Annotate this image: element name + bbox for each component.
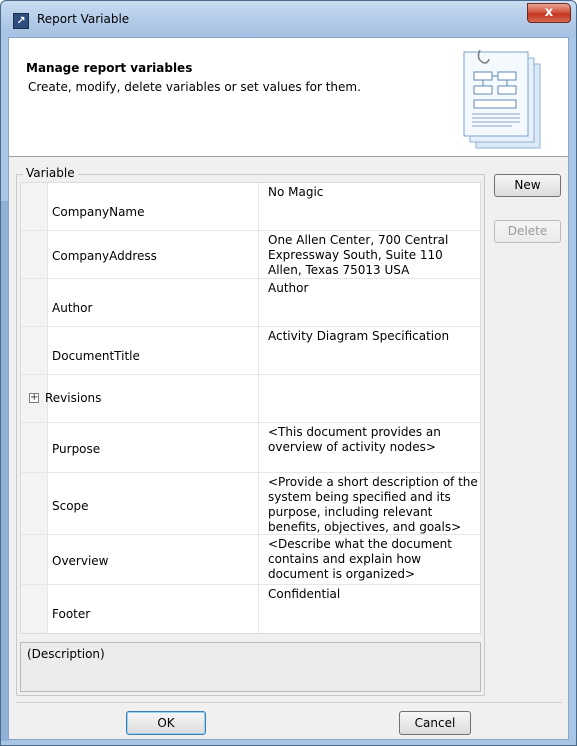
header-panel: Manage report variables Create, modify, … — [9, 38, 568, 157]
variable-name: DocumentTitle — [52, 349, 140, 363]
window-edge — [1, 201, 8, 741]
table-row[interactable]: Purpose <This document provides an overv… — [21, 423, 480, 473]
variable-value[interactable]: Author — [258, 279, 480, 326]
variable-name: CompanyAddress — [52, 249, 157, 263]
table-row[interactable]: Scope <Provide a short description of th… — [21, 473, 480, 535]
table-row[interactable]: + Revisions — [21, 375, 480, 423]
variable-name: Revisions — [45, 391, 102, 405]
variable-value[interactable]: Activity Diagram Specification — [258, 327, 480, 374]
close-button[interactable]: x — [527, 3, 571, 23]
variable-value[interactable]: One Allen Center, 700 Central Expressway… — [258, 231, 480, 278]
report-variable-icon: ↗ — [13, 13, 29, 29]
row-gutter — [21, 231, 48, 278]
header-description: Create, modify, delete variables or set … — [28, 80, 361, 94]
row-gutter — [21, 183, 48, 230]
row-gutter — [21, 423, 48, 472]
row-gutter — [21, 585, 48, 633]
dialog-body: Manage report variables Create, modify, … — [8, 37, 569, 740]
new-button[interactable]: New — [494, 174, 561, 197]
variable-name: CompanyName — [52, 205, 145, 219]
document-diagram-icon — [463, 50, 541, 149]
table-row[interactable]: Author Author — [21, 279, 480, 327]
delete-button[interactable]: Delete — [494, 220, 561, 243]
report-variable-dialog: ↗ Report Variable x Manage report variab… — [0, 0, 577, 746]
row-gutter — [21, 327, 48, 374]
row-gutter — [21, 535, 48, 584]
ok-button[interactable]: OK — [126, 711, 206, 735]
table-row[interactable]: CompanyName No Magic — [21, 183, 480, 231]
description-area: (Description) — [20, 642, 481, 692]
expand-icon[interactable]: + — [29, 393, 39, 403]
variable-name: Overview — [52, 554, 109, 568]
variable-name: Footer — [52, 607, 91, 621]
table-row[interactable]: CompanyAddress One Allen Center, 700 Cen… — [21, 231, 480, 279]
variable-name: Author — [52, 301, 93, 315]
variables-table[interactable]: CompanyName No Magic CompanyAddress One … — [20, 182, 481, 634]
variable-value[interactable]: <Provide a short description of the syst… — [258, 473, 480, 534]
variable-group-label: Variable — [23, 166, 78, 180]
variable-name: Scope — [52, 499, 89, 513]
row-gutter — [21, 279, 48, 326]
divider — [16, 702, 562, 703]
header-title: Manage report variables — [26, 61, 193, 75]
table-row[interactable]: DocumentTitle Activity Diagram Specifica… — [21, 327, 480, 375]
variable-value[interactable]: <This document provides an overview of a… — [258, 423, 480, 472]
title-bar[interactable]: ↗ Report Variable x — [1, 1, 576, 37]
table-row[interactable]: Footer Confidential — [21, 585, 480, 633]
variable-value[interactable]: No Magic — [258, 183, 480, 230]
variable-value[interactable] — [258, 375, 480, 422]
variable-name: Purpose — [52, 442, 101, 456]
variable-value[interactable]: <Describe what the document contains and… — [258, 535, 480, 584]
variable-value[interactable]: Confidential — [258, 585, 480, 633]
row-gutter — [21, 473, 48, 534]
cancel-button[interactable]: Cancel — [399, 711, 471, 735]
window-title: Report Variable — [37, 12, 130, 26]
table-row[interactable]: Overview <Describe what the document con… — [21, 535, 480, 585]
